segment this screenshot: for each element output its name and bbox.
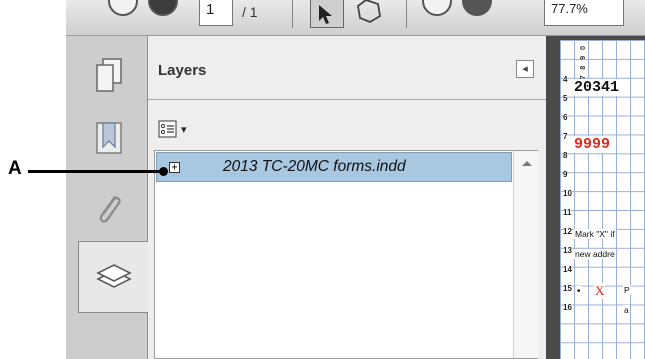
layer-row[interactable]: + 2013 TC-20MC forms.indd [156,152,512,182]
nav-pages-button[interactable] [80,46,138,104]
form-value-red: 9999 [574,136,611,153]
row-number: 6 [563,113,568,122]
nav-bookmarks-button[interactable] [80,108,138,166]
row-number: 15 [563,284,572,293]
collapse-panel-button[interactable]: ◂ [516,60,534,78]
page-number-field[interactable]: 1 [199,0,233,26]
mark-x-text: Mark "X" if [574,229,616,239]
row-number: 14 [563,265,572,274]
letter-p: P [623,285,631,295]
toolbar-separator [406,0,407,28]
page-total: / 1 [242,4,258,20]
toolbar-separator [292,0,293,28]
hand-icon [357,0,381,24]
document-view[interactable]: 6 7 8 9 0 4 5 6 7 8 9 10 11 12 13 14 15 … [546,36,645,359]
row-number: 9 [563,170,568,179]
panel-title: Layers [158,62,207,79]
callout-dot [159,167,168,176]
layer-options-button[interactable]: ▾ [158,118,198,140]
screenshot-stage: 1 / 1 77.7% Layers ◂ ▾ + 2013 TC-20MC fo… [0,0,645,359]
row-number: 8 [563,151,568,160]
row-number: 12 [563,227,572,236]
select-arrow-icon [319,5,332,24]
nav-layers-button[interactable] [78,241,149,313]
layers-list: + 2013 TC-20MC forms.indd [154,150,538,359]
layer-name: 2013 TC-20MC forms.indd [223,158,406,175]
row-number: 13 [563,246,572,255]
zoom-out-button[interactable] [422,0,452,16]
navigation-pane-strip [66,36,149,359]
select-tool-button[interactable] [310,0,344,28]
pages-icon [96,58,122,92]
expand-icon[interactable]: + [169,162,180,173]
document-page: 6 7 8 9 0 4 5 6 7 8 9 10 11 12 13 14 15 … [560,40,645,359]
toolbar: 1 / 1 77.7% [66,0,645,36]
row-number: 5 [563,94,568,103]
options-list-icon [158,120,177,138]
zoom-value: 77.7% [551,1,588,16]
previous-page-button[interactable] [108,0,138,16]
row-number: 11 [563,208,572,217]
row-number: 16 [563,303,572,312]
bullet-mark: • [576,286,582,297]
paperclip-icon [99,195,121,223]
layers-icon [96,264,132,288]
letter-a: a [623,305,630,315]
page-number-value: 1 [206,1,215,18]
scroll-up-icon[interactable] [522,161,532,166]
zoom-field[interactable]: 77.7% [544,0,624,26]
row-number: 10 [563,189,572,198]
nav-attachments-button[interactable] [80,180,138,238]
acrobat-window: 1 / 1 77.7% Layers ◂ ▾ + 2013 TC-20MC fo… [66,0,645,359]
row-number: 7 [563,132,568,141]
next-page-button[interactable] [148,0,178,16]
panel-divider [148,99,546,100]
new-address-text: new addre [574,249,616,259]
zoom-in-button[interactable] [462,0,492,16]
collapse-left-icon: ◂ [522,63,528,75]
row-number: 4 [563,75,568,84]
callout-line [28,170,164,173]
form-value-black: 20341 [574,79,620,96]
vertical-scrollbar[interactable] [513,151,538,358]
red-x-mark: X [594,283,606,299]
bookmark-icon [96,122,122,154]
callout-label: A [8,158,22,179]
dropdown-arrow-icon: ▾ [181,123,187,136]
layers-panel: Layers ◂ ▾ + 2013 TC-20MC forms.indd [148,36,546,359]
hand-tool-button[interactable] [352,0,386,28]
